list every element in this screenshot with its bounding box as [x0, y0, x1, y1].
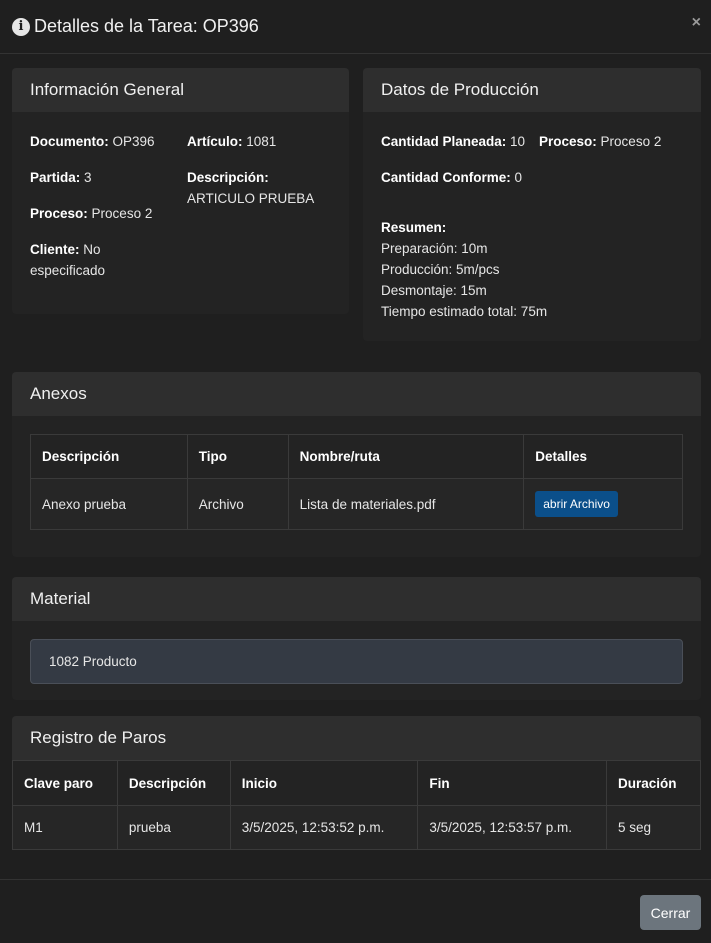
material-item: 1082 Producto — [30, 639, 683, 684]
anexo-tipo: Archivo — [186, 478, 289, 530]
modal-header: i Detalles de la Tarea: OP396 × — [0, 0, 711, 54]
column-header: Descripción — [116, 760, 231, 806]
column-header: Clave paro — [12, 760, 118, 806]
paro-fin: 3/5/2025, 12:53:57 p.m. — [417, 805, 607, 850]
paros-title: Registro de Paros — [12, 716, 701, 760]
cantidad-conforme-field: Cantidad Conforme: 0 — [381, 167, 522, 188]
articulo-value: 1081 — [246, 134, 277, 149]
documento-field: Documento: OP396 — [30, 131, 155, 152]
partida-label: Partida: — [30, 170, 81, 185]
column-header: Nombre/ruta — [287, 434, 525, 479]
descripcion-label: Descripción: — [187, 170, 269, 185]
paro-descripcion: prueba — [116, 805, 231, 850]
general-info-title: Información General — [12, 68, 349, 112]
partida-field: Partida: 3 — [30, 167, 92, 188]
paros-card: Registro de Paros Clave paro Descripción… — [12, 716, 701, 850]
table-row: M1 prueba 3/5/2025, 12:53:52 p.m. 3/5/20… — [12, 805, 701, 850]
cliente-label: Cliente: — [30, 242, 80, 257]
cantidad-planeada-value: 10 — [510, 134, 526, 149]
resumen-total: Tiempo estimado total: 75m — [381, 304, 548, 319]
cliente-field: Cliente: No especificado — [30, 239, 150, 281]
cantidad-planeada-field: Cantidad Planeada: 10 — [381, 131, 525, 152]
paro-clave: M1 — [12, 805, 118, 850]
table-header-row: Descripción Tipo Nombre/ruta Detalles — [30, 434, 683, 479]
close-icon[interactable]: × — [692, 14, 701, 32]
anexo-nombre: Lista de materiales.pdf — [287, 478, 525, 530]
descripcion-field: Descripción: ARTICULO PRUEBA — [187, 167, 337, 209]
paro-duracion: 5 seg — [606, 805, 701, 850]
paro-inicio: 3/5/2025, 12:53:52 p.m. — [229, 805, 419, 850]
prod-proceso-value: Proceso 2 — [600, 134, 662, 149]
column-header: Inicio — [229, 760, 419, 806]
column-header: Detalles — [523, 434, 683, 479]
info-icon: i — [12, 17, 30, 36]
cerrar-button[interactable]: Cerrar — [640, 895, 701, 930]
cantidad-conforme-value: 0 — [514, 170, 523, 185]
proceso-value: Proceso 2 — [91, 206, 153, 221]
production-data-card: Datos de Producción Cantidad Planeada: 1… — [363, 68, 701, 341]
documento-label: Documento: — [30, 134, 109, 149]
open-file-button[interactable]: abrir Archivo — [535, 491, 618, 517]
anexos-card: Anexos Descripción Tipo Nombre/ruta Deta… — [12, 372, 701, 557]
resumen-preparacion: Preparación: 10m — [381, 241, 488, 256]
general-info-card: Información General Documento: OP396 Art… — [12, 68, 349, 314]
documento-value: OP396 — [112, 134, 155, 149]
column-header: Duración — [606, 760, 701, 806]
anexos-title: Anexos — [12, 372, 701, 416]
proceso-label: Proceso: — [30, 206, 88, 221]
anexo-detalles: abrir Archivo — [523, 478, 683, 530]
resumen-label: Resumen: — [381, 220, 447, 235]
cantidad-planeada-label: Cantidad Planeada: — [381, 134, 507, 149]
prod-proceso-field: Proceso: Proceso 2 — [539, 131, 661, 152]
prod-proceso-label: Proceso: — [539, 134, 597, 149]
cantidad-conforme-label: Cantidad Conforme: — [381, 170, 511, 185]
production-data-title: Datos de Producción — [363, 68, 701, 112]
material-title: Material — [12, 577, 701, 621]
anexos-table: Descripción Tipo Nombre/ruta Detalles An… — [30, 434, 683, 530]
modal-title: Detalles de la Tarea: OP396 — [34, 16, 259, 36]
articulo-label: Artículo: — [187, 134, 243, 149]
table-row: Anexo prueba Archivo Lista de materiales… — [30, 478, 683, 530]
column-header: Descripción — [30, 434, 188, 479]
column-header: Tipo — [186, 434, 289, 479]
articulo-field: Artículo: 1081 — [187, 131, 276, 152]
resumen-produccion: Producción: 5m/pcs — [381, 262, 500, 277]
partida-value: 3 — [84, 170, 92, 185]
table-header-row: Clave paro Descripción Inicio Fin Duraci… — [12, 760, 701, 806]
descripcion-value: ARTICULO PRUEBA — [187, 191, 315, 206]
anexo-descripcion: Anexo prueba — [30, 478, 188, 530]
modal-footer: Cerrar — [0, 879, 711, 943]
paros-table: Clave paro Descripción Inicio Fin Duraci… — [12, 760, 701, 850]
proceso-field: Proceso: Proceso 2 — [30, 203, 152, 224]
material-card: Material 1082 Producto — [12, 577, 701, 700]
resumen-desmontaje: Desmontaje: 15m — [381, 283, 487, 298]
resumen-block: Resumen: Preparación: 10m Producción: 5m… — [381, 217, 547, 322]
column-header: Fin — [417, 760, 607, 806]
